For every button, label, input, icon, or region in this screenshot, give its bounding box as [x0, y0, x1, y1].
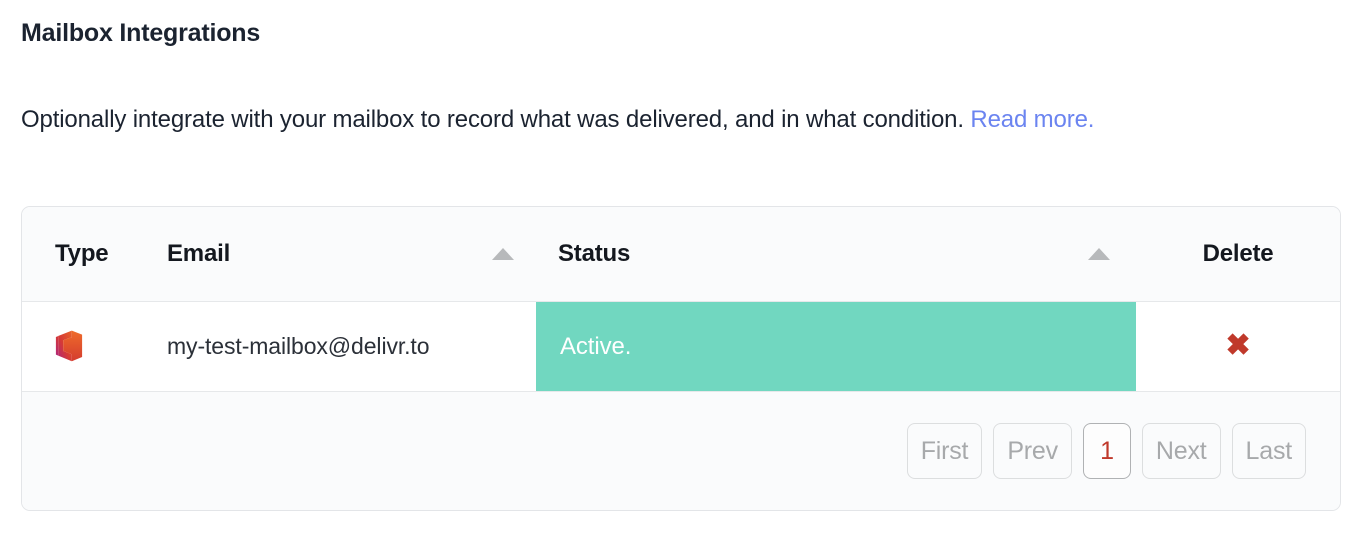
- column-header-type[interactable]: Type: [22, 207, 146, 302]
- pagination-prev-button[interactable]: Prev: [993, 423, 1072, 480]
- mailbox-integrations-table: Type Email Status Delete my-test-mailbox…: [22, 207, 1340, 510]
- pagination: First Prev 1 Next Last: [22, 423, 1306, 480]
- column-header-status[interactable]: Status: [536, 207, 1136, 302]
- table-footer-row: First Prev 1 Next Last: [22, 390, 1340, 510]
- mailbox-integrations-page: Mailbox Integrations Optionally integrat…: [0, 0, 1362, 536]
- office365-icon-svg: [55, 330, 83, 362]
- sort-ascending-icon-email[interactable]: [492, 247, 514, 260]
- cell-delete: ✖: [1136, 301, 1340, 392]
- column-header-status-label: Status: [558, 239, 631, 267]
- page-title: Mailbox Integrations: [21, 19, 261, 47]
- sort-ascending-icon-status[interactable]: [1088, 247, 1110, 260]
- table-header-row: Type Email Status Delete: [22, 207, 1340, 302]
- table-body: my-test-mailbox@delivr.to Active. ✖: [22, 301, 1340, 392]
- read-more-link[interactable]: Read more.: [970, 106, 1094, 133]
- mailbox-integrations-table-container: Type Email Status Delete my-test-mailbox…: [21, 206, 1341, 511]
- cell-status: Active.: [536, 301, 1136, 392]
- page-description: Optionally integrate with your mailbox t…: [21, 100, 1321, 140]
- pagination-last-button[interactable]: Last: [1231, 423, 1306, 480]
- pagination-first-button[interactable]: First: [906, 423, 983, 480]
- description-text: Optionally integrate with your mailbox t…: [21, 106, 964, 133]
- column-header-delete: Delete: [1136, 207, 1340, 302]
- column-header-email[interactable]: Email: [146, 207, 536, 302]
- table-row: my-test-mailbox@delivr.to Active. ✖: [22, 301, 1340, 392]
- pagination-page-1-button[interactable]: 1: [1082, 423, 1131, 480]
- table-header: Type Email Status Delete: [22, 207, 1340, 302]
- column-header-email-label: Email: [167, 239, 231, 267]
- table-footer: First Prev 1 Next Last: [22, 390, 1340, 510]
- cell-type: [22, 301, 146, 392]
- pagination-next-button[interactable]: Next: [1141, 423, 1221, 480]
- status-badge: Active.: [536, 301, 1136, 391]
- cell-email: my-test-mailbox@delivr.to: [146, 301, 536, 392]
- pagination-cell: First Prev 1 Next Last: [22, 390, 1340, 510]
- office365-icon: [55, 330, 146, 362]
- delete-row-button[interactable]: ✖: [1225, 331, 1250, 361]
